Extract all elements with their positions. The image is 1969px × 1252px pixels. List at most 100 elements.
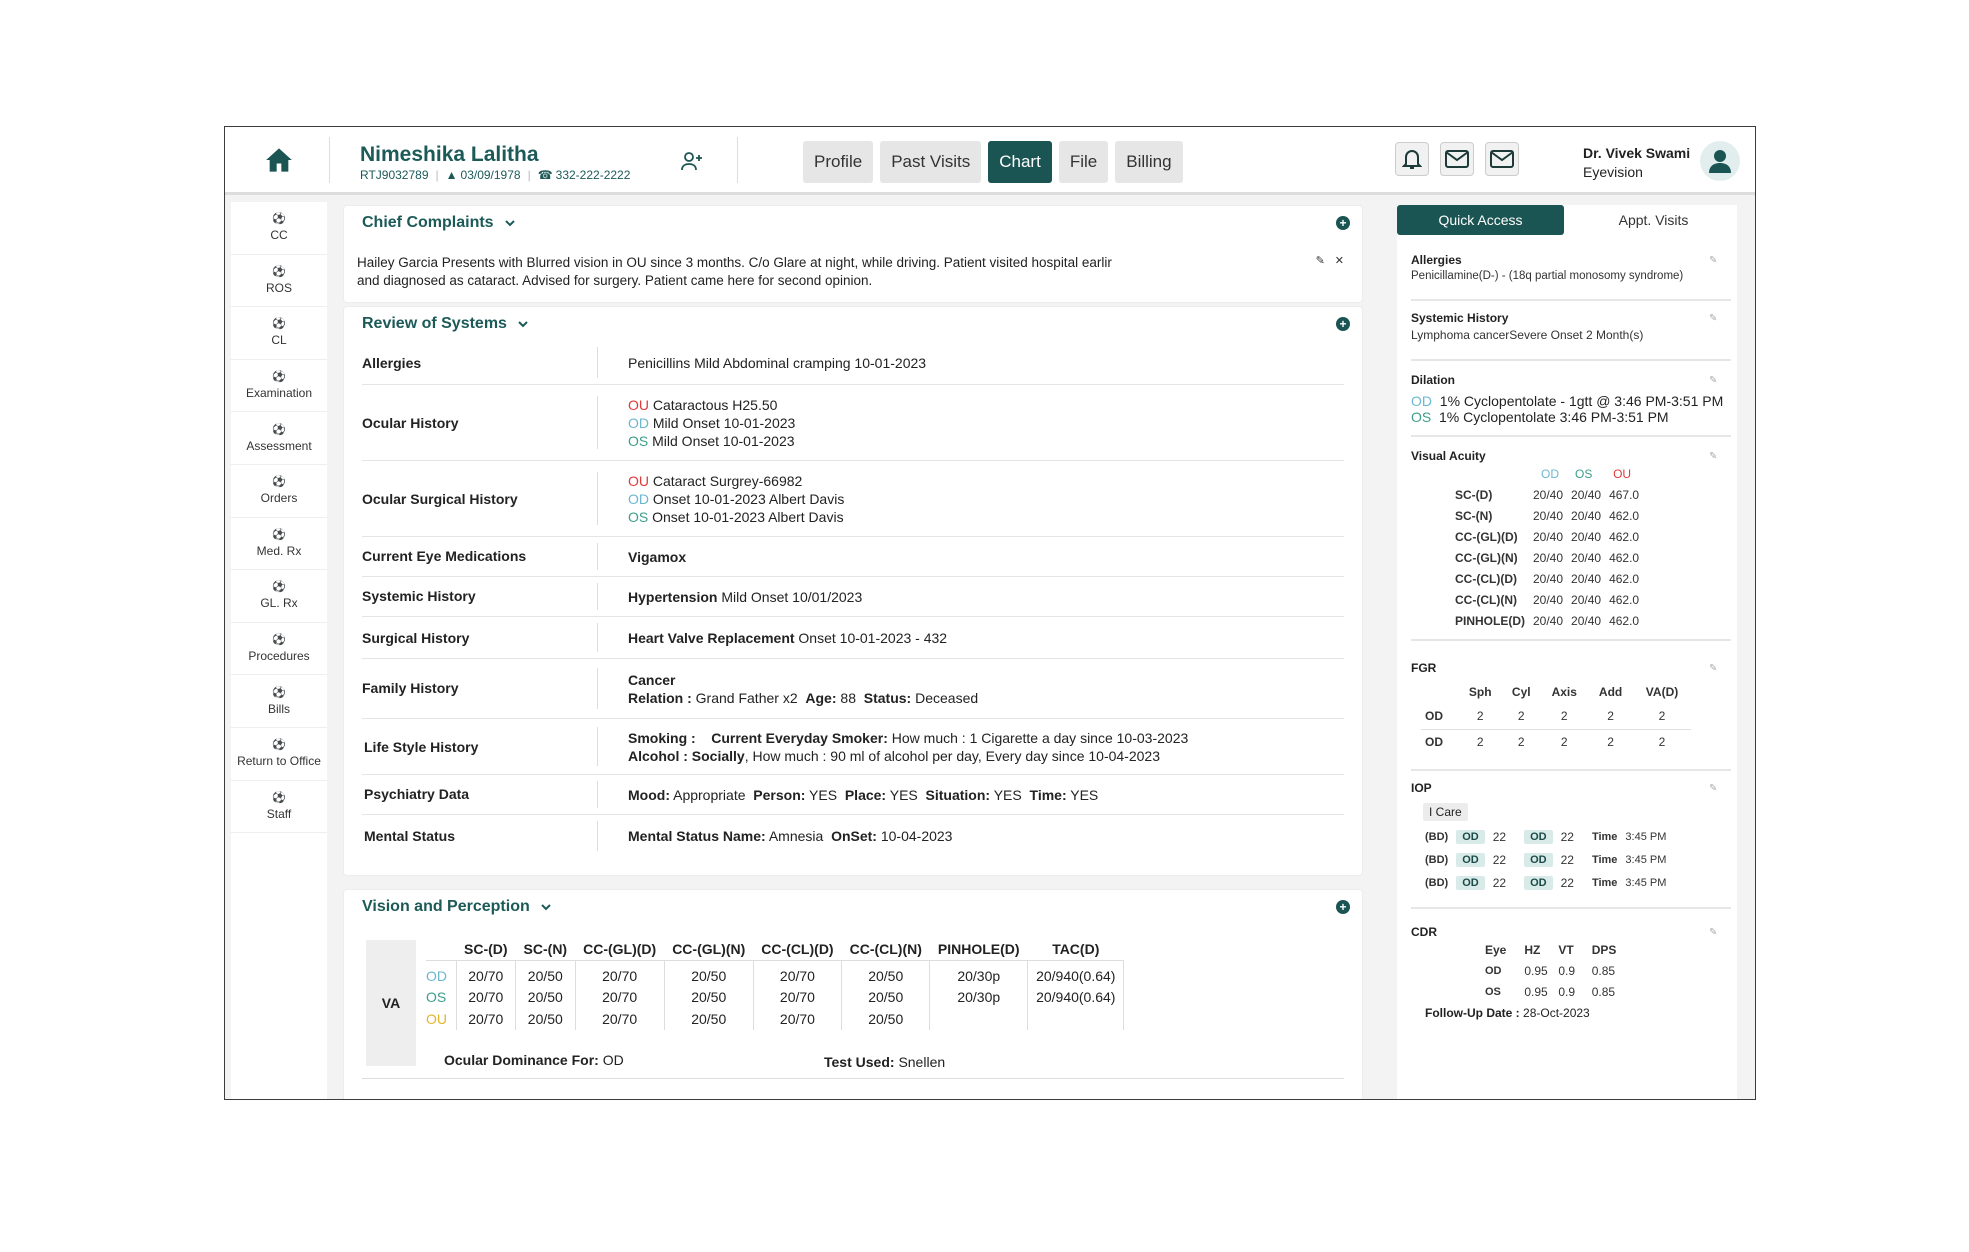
tab-profile[interactable]: Profile xyxy=(803,141,874,183)
avatar[interactable] xyxy=(1700,141,1740,181)
mail-button[interactable] xyxy=(1440,142,1474,176)
sidebar-item-label: Procedures xyxy=(248,649,310,664)
eye-cell: OS xyxy=(1485,985,1501,998)
patient-name[interactable]: Nimeshika Lalitha xyxy=(360,143,539,167)
column-header: Eye xyxy=(1485,942,1507,957)
edit-icon[interactable]: ✎ xyxy=(1709,255,1719,266)
sidebar-item-ros[interactable]: ⚽ ROS xyxy=(231,255,327,308)
ros-row-systemic[interactable]: Systemic History Hypertension Mild Onset… xyxy=(362,577,1344,617)
fgr-cell: 2 xyxy=(1476,735,1484,750)
add-person-icon[interactable] xyxy=(680,149,704,173)
main-tabs: Profile Past Visits Chart File Billing xyxy=(803,141,1183,183)
notifications-button[interactable] xyxy=(1395,142,1429,176)
ros-row-lifestyle[interactable]: Life Style History Smoking : Current Eve… xyxy=(362,719,1344,775)
add-icon[interactable]: + xyxy=(1336,900,1350,914)
ros-row-surgical[interactable]: Surgical History Heart Valve Replacement… xyxy=(362,617,1344,659)
edit-icon[interactable]: ✎ xyxy=(1709,375,1719,386)
add-icon[interactable]: + xyxy=(1336,216,1350,230)
sidebar-item-med-rx[interactable]: ⚽ Med. Rx xyxy=(231,518,327,571)
table-row: PINHOLE(D) 20/40 20/40 462.0 xyxy=(1451,610,1643,631)
surgery: Heart Valve Replacement xyxy=(628,629,795,646)
home-icon[interactable] xyxy=(265,147,293,173)
edit-icon[interactable]: ✎ xyxy=(1709,451,1719,462)
fgr-cell: 2 xyxy=(1517,735,1525,750)
sidebar-item-examination[interactable]: ⚽ Examination xyxy=(231,360,327,413)
va-cell: 20/40 xyxy=(1571,529,1602,544)
va-cell: 20/30p xyxy=(929,960,1029,986)
column-header: Sph xyxy=(1468,685,1492,699)
surgery-detail: Onset 10-01-2023 - 432 xyxy=(798,629,948,646)
table-row: CC-(GL)(N) 20/40 20/40 462.0 xyxy=(1451,547,1643,568)
sidebar-item-staff[interactable]: ⚽ Staff xyxy=(231,781,327,834)
ros-row-allergies[interactable]: Allergies Penicillins Mild Abdominal cra… xyxy=(362,341,1344,385)
iop-time: 3:45 PM xyxy=(1625,830,1667,843)
edit-icon[interactable]: ✎ xyxy=(1316,254,1325,267)
eye-tag: OD xyxy=(1411,393,1432,409)
column-header: DPS xyxy=(1591,942,1617,957)
qa-allergies: Allergies Penicillamine(D-) - (18q parti… xyxy=(1411,253,1731,301)
eye-tag: OD xyxy=(628,414,649,431)
right-tabs: Quick Access Appt. Visits xyxy=(1397,205,1737,235)
soccer-ball-icon: ⚽ xyxy=(272,686,286,699)
qa-iop-table: (BD) OD 22 OD 22 Time 3:45 PM (BD) OD 22 OD 22 Time… xyxy=(1421,825,1670,894)
va-cell: 20/70 xyxy=(753,1008,843,1030)
sidebar-item-assessment[interactable]: ⚽ Assessment xyxy=(231,412,327,465)
tab-chart[interactable]: Chart xyxy=(988,141,1052,183)
chevron-down-icon[interactable] xyxy=(540,901,552,913)
sidebar-item-procedures[interactable]: ⚽ Procedures xyxy=(231,623,327,676)
sidebar-item-bills[interactable]: ⚽ Bills xyxy=(231,675,327,728)
ros-row-eye-medications[interactable]: Current Eye Medications Vigamox xyxy=(362,537,1344,577)
close-icon[interactable]: ✕ xyxy=(1335,254,1344,267)
bd-cell: (BD) xyxy=(1425,876,1449,889)
sidebar-item-return-to-office[interactable]: ⚽ Return to Office xyxy=(231,728,327,781)
sidebar-item-gl-rx[interactable]: ⚽ GL. Rx xyxy=(231,570,327,623)
column-header: Add xyxy=(1598,685,1623,699)
tab-quick-access[interactable]: Quick Access xyxy=(1397,205,1564,235)
va-cell: 20/40 xyxy=(1571,571,1602,586)
history-text: Cataract Surgrey-66982 xyxy=(652,472,803,489)
messages-button[interactable] xyxy=(1485,142,1519,176)
ros-row-psychiatry[interactable]: Psychiatry Data Mood: Appropriate Person… xyxy=(362,775,1344,815)
follow-up-date: Follow-Up Date : 28-Oct-2023 xyxy=(1425,1006,1731,1020)
section-header[interactable]: Chief Complaints xyxy=(362,214,516,232)
eye-tag: OU xyxy=(628,396,649,413)
ros-row-ocular-history[interactable]: Ocular History OU Cataractous H25.50 OD … xyxy=(362,385,1344,461)
org-name: Eyevision xyxy=(1583,164,1643,180)
tab-appt-visits[interactable]: Appt. Visits xyxy=(1570,205,1737,235)
section-header[interactable]: Vision and Perception xyxy=(362,898,552,916)
sidebar-item-orders[interactable]: ⚽ Orders xyxy=(231,465,327,518)
edit-icon[interactable]: ✎ xyxy=(1709,663,1719,674)
chevron-down-icon[interactable] xyxy=(504,217,516,229)
va-row-label: CC-(GL)(D) xyxy=(1455,529,1518,544)
edit-icon[interactable]: ✎ xyxy=(1709,313,1719,324)
edit-icon[interactable]: ✎ xyxy=(1709,783,1719,794)
condition: Hypertension xyxy=(628,588,718,605)
sidebar-item-cl[interactable]: ⚽ CL xyxy=(231,307,327,360)
field-label: Time: xyxy=(1029,786,1067,803)
tab-billing[interactable]: Billing xyxy=(1115,141,1183,183)
qa-section-title: FGR xyxy=(1411,661,1437,675)
ros-row-mental-status[interactable]: Mental Status Mental Status Name: Amnesi… xyxy=(362,815,1344,857)
chief-complaints-card: Chief Complaints + Hailey Garcia Present… xyxy=(343,205,1363,303)
va-row-label: SC-(N) xyxy=(1455,508,1493,523)
chevron-down-icon[interactable] xyxy=(517,318,529,330)
tab-past-visits[interactable]: Past Visits xyxy=(880,141,982,183)
table-row[interactable]: OS 20/70 20/50 20/70 20/50 20/70 20/50 2… xyxy=(426,986,1125,1008)
main-content: Chief Complaints + Hailey Garcia Present… xyxy=(343,205,1363,1099)
edit-icon[interactable]: ✎ xyxy=(1709,927,1719,938)
row-label: Surgical History xyxy=(362,623,598,652)
divider xyxy=(737,137,738,183)
table-row[interactable]: OD 20/70 20/50 20/70 20/50 20/70 20/50 2… xyxy=(426,960,1125,986)
row-label: Allergies xyxy=(362,347,598,378)
ros-row-ocular-surgical[interactable]: Ocular Surgical History OU Cataract Surg… xyxy=(362,461,1344,537)
table-row[interactable]: OU 20/70 20/50 20/70 20/50 20/70 20/50 xyxy=(426,1008,1125,1030)
row-value: Heart Valve Replacement Onset 10-01-2023… xyxy=(598,629,947,647)
sidebar-item-cc[interactable]: ⚽ CC xyxy=(231,202,327,255)
add-icon[interactable]: + xyxy=(1336,317,1350,331)
section-header[interactable]: Review of Systems xyxy=(362,315,529,333)
review-of-systems-card: Review of Systems + Allergies Penicillin… xyxy=(343,306,1363,876)
table-row: (BD) OD 22 OD 22 Time 3:45 PM xyxy=(1421,848,1670,871)
tab-file[interactable]: File xyxy=(1058,141,1109,183)
ros-row-family[interactable]: Family History Cancer Relation : Grand F… xyxy=(362,659,1344,719)
fgr-cell: 2 xyxy=(1560,708,1568,723)
